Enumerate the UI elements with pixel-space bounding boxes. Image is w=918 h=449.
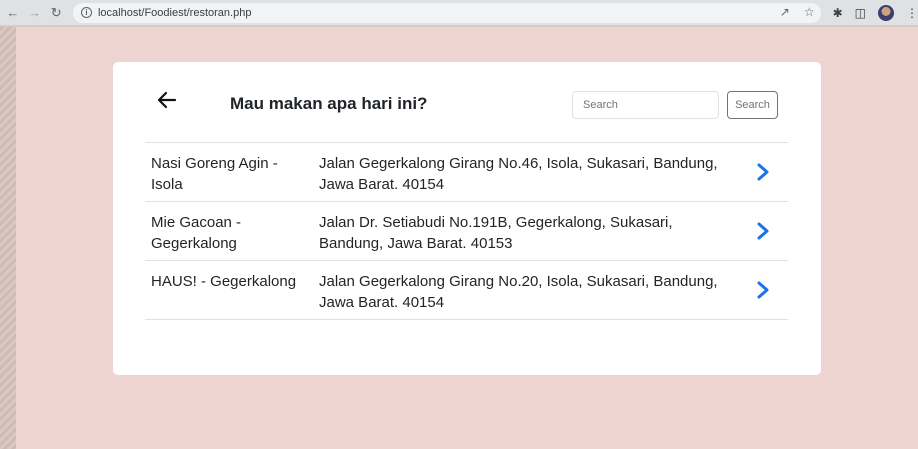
restaurant-card: Mau makan apa hari ini? Search Nasi Gore… — [113, 62, 821, 375]
restaurant-list: Nasi Goreng Agin - Isola Jalan Gegerkalo… — [145, 142, 788, 320]
chevron-right-icon[interactable] — [755, 221, 771, 241]
page-background: Mau makan apa hari ini? Search Nasi Gore… — [16, 27, 918, 449]
reload-icon[interactable]: ↻ — [47, 4, 65, 22]
search-button[interactable]: Search — [727, 91, 778, 119]
card-header: Mau makan apa hari ini? Search — [113, 62, 821, 142]
forward-arrow-icon[interactable]: → — [26, 4, 44, 22]
side-panel-icon[interactable]: ◫ — [855, 6, 866, 20]
share-icon[interactable]: ↗ — [780, 5, 790, 19]
restaurant-name: Mie Gacoan - Gegerkalong — [151, 214, 242, 252]
chevron-right-icon[interactable] — [755, 280, 771, 300]
search-input[interactable] — [572, 91, 719, 119]
menu-kebab-icon[interactable]: ⋮ — [906, 6, 918, 20]
arrow-left-icon — [157, 91, 177, 109]
restaurant-row[interactable]: Mie Gacoan - Gegerkalong Jalan Dr. Setia… — [145, 202, 788, 261]
extensions-puzzle-icon[interactable]: ✱ — [833, 6, 843, 20]
restaurant-row[interactable]: HAUS! - Gegerkalong Jalan Gegerkalong Gi… — [145, 261, 788, 320]
restaurant-name: HAUS! - Gegerkalong — [151, 273, 297, 290]
page-title: Mau makan apa hari ini? — [230, 94, 428, 113]
address-bar[interactable]: i localhost/Foodiest/restoran.php ↗ ☆ — [72, 2, 821, 23]
browser-toolbar: ← → ↻ i localhost/Foodiest/restoran.php … — [0, 0, 918, 26]
url-text: localhost/Foodiest/restoran.php — [97, 6, 252, 19]
restaurant-address: Jalan Dr. Setiabudi No.191B, Gegerkalong… — [319, 214, 673, 252]
info-icon[interactable]: i — [80, 7, 92, 18]
back-button[interactable] — [157, 90, 177, 110]
profile-avatar[interactable] — [878, 4, 894, 21]
chevron-right-icon[interactable] — [755, 162, 771, 182]
page-side-texture — [0, 27, 16, 449]
bookmark-star-icon[interactable]: ☆ — [804, 5, 815, 19]
restaurant-row[interactable]: Nasi Goreng Agin - Isola Jalan Gegerkalo… — [145, 143, 788, 202]
restaurant-address: Jalan Gegerkalong Girang No.46, Isola, S… — [319, 155, 718, 193]
restaurant-address: Jalan Gegerkalong Girang No.20, Isola, S… — [319, 273, 718, 311]
back-arrow-icon[interactable]: ← — [4, 4, 22, 22]
restaurant-name: Nasi Goreng Agin - Isola — [151, 155, 278, 193]
